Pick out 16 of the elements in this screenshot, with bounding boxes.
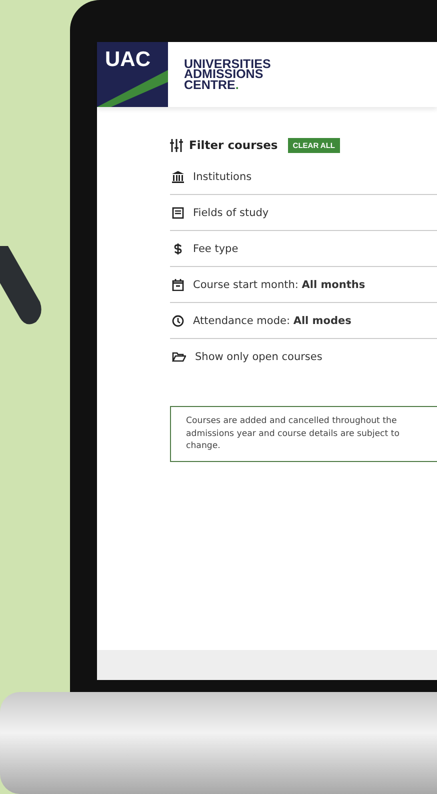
logo-mark: UAC <box>97 42 168 107</box>
notice-text: Courses are added and cancelled throughout the admissions year and course details are subject to change. <box>170 406 437 462</box>
filter-item[interactable]: Fields of study <box>170 195 437 231</box>
dollar-icon <box>172 242 184 254</box>
calendar-icon <box>172 278 184 290</box>
filter-title: Filter courses <box>189 138 278 152</box>
clock-icon <box>172 314 184 326</box>
filter-item[interactable]: Course start month: All months <box>170 267 437 303</box>
filter-item[interactable]: Institutions <box>170 159 437 195</box>
institution-icon <box>172 170 184 182</box>
book-icon <box>172 206 184 218</box>
filter-item[interactable]: Show only open courses <box>170 339 437 374</box>
filter-item[interactable]: Fee type <box>170 231 437 267</box>
folder-icon <box>172 350 186 362</box>
sliders-icon <box>170 138 183 152</box>
filter-item[interactable]: Attendance mode: All modes <box>170 303 437 339</box>
